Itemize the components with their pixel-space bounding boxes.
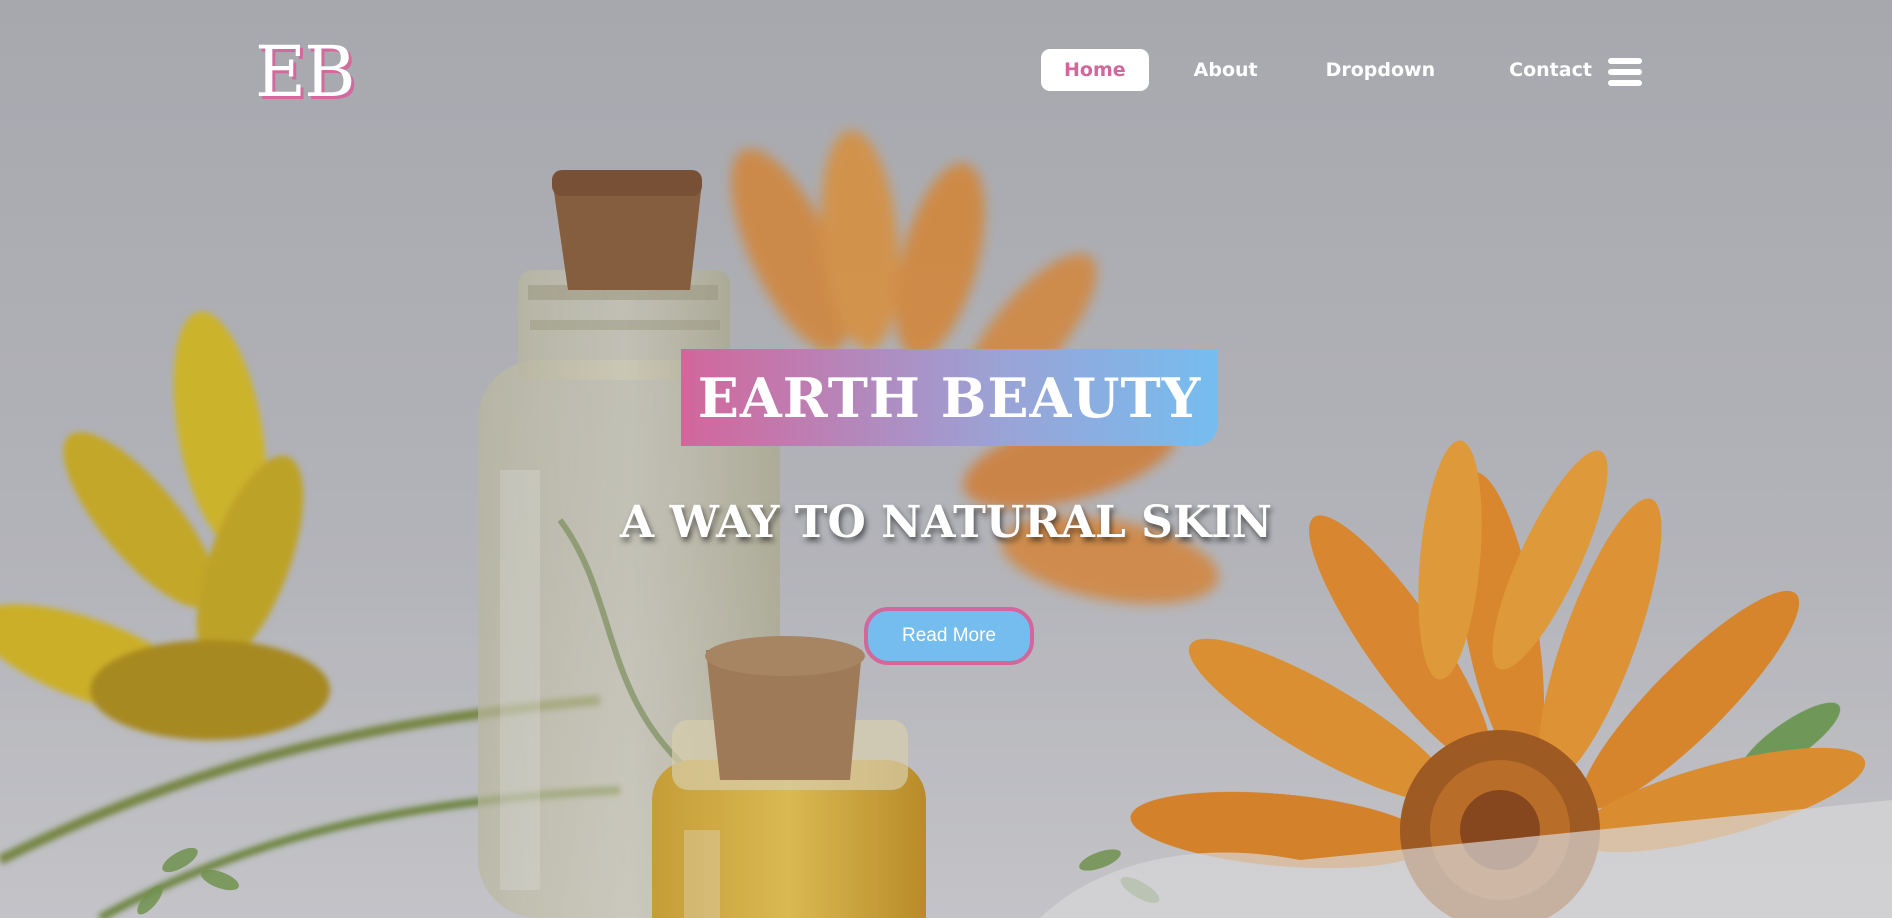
hero-dim-overlay: [0, 0, 1892, 918]
hero-subtitle: A WAY TO NATURAL SKIN: [620, 497, 1272, 548]
read-more-button[interactable]: Read More: [864, 607, 1034, 665]
nav-item-dropdown[interactable]: Dropdown: [1303, 49, 1459, 91]
hero-title-box: EARTH BEAUTY: [681, 349, 1218, 446]
nav-menu: Home About Dropdown Contact: [1041, 49, 1615, 91]
hamburger-icon[interactable]: [1608, 58, 1642, 88]
hero-section: [0, 0, 1892, 918]
brand-logo[interactable]: EB: [255, 30, 356, 114]
nav-item-home[interactable]: Home: [1041, 49, 1149, 91]
nav-item-contact[interactable]: Contact: [1486, 49, 1615, 91]
nav-item-about[interactable]: About: [1171, 49, 1281, 91]
navbar: EB Home About Dropdown Contact: [0, 0, 1892, 130]
hero-title: EARTH BEAUTY: [697, 365, 1202, 430]
